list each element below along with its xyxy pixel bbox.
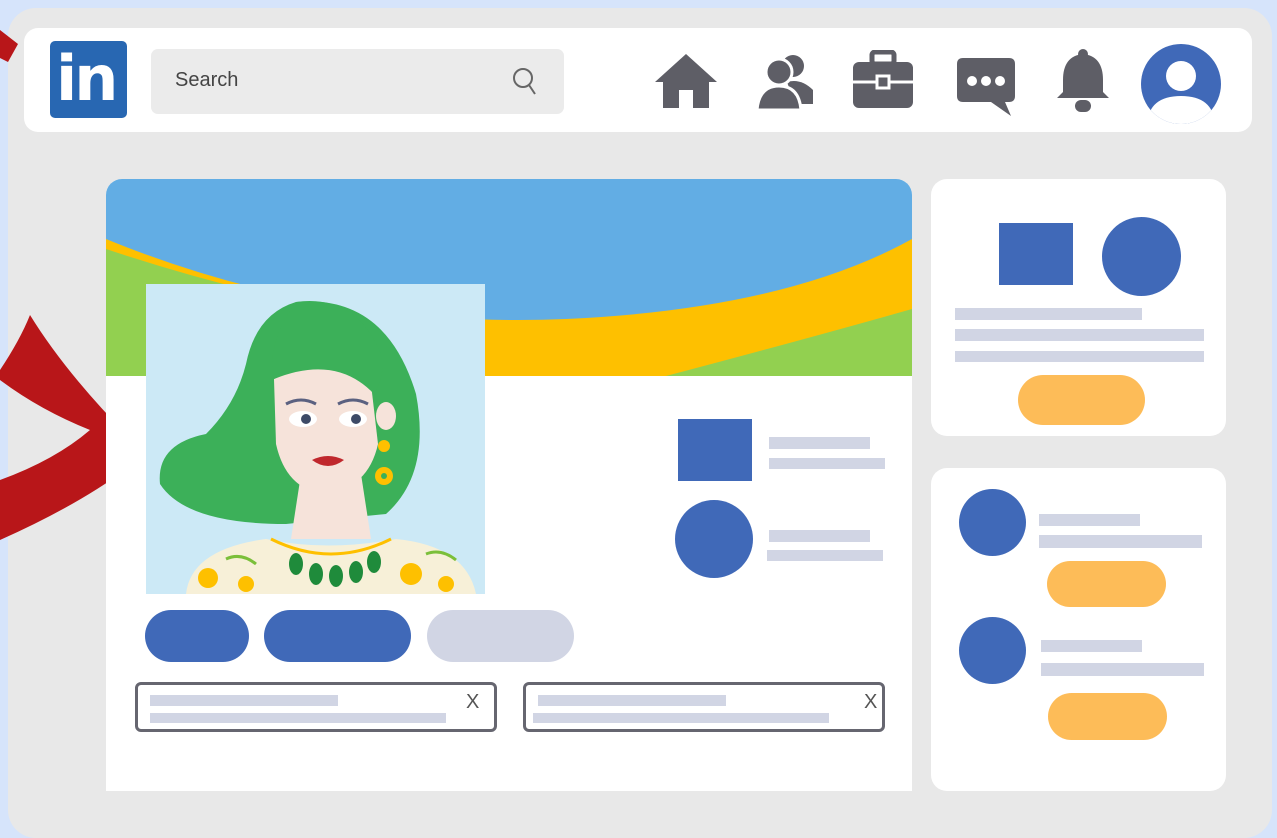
briefcase-icon[interactable] — [852, 50, 914, 110]
notification-box: X — [135, 682, 497, 732]
placeholder-text-line — [150, 713, 446, 723]
search-placeholder: Search — [175, 69, 239, 91]
people-icon[interactable] — [757, 52, 815, 110]
placeholder-text-line — [769, 437, 870, 449]
placeholder-thumbnail — [678, 419, 752, 481]
placeholder-avatar — [1102, 217, 1181, 296]
placeholder-text-line — [955, 329, 1204, 341]
placeholder-text-line — [1041, 663, 1204, 676]
connect-button[interactable] — [1048, 693, 1167, 740]
placeholder-text-line — [769, 458, 885, 469]
placeholder-text-line — [150, 695, 338, 706]
close-button[interactable]: X — [864, 691, 877, 714]
placeholder-thumbnail — [999, 223, 1073, 285]
placeholder-text-line — [538, 695, 726, 706]
logo-text: in — [56, 42, 118, 115]
avatar-icon[interactable] — [1141, 44, 1221, 124]
search-icon[interactable] — [510, 65, 538, 97]
placeholder-text-line — [1039, 535, 1202, 548]
close-button[interactable]: X — [466, 691, 479, 714]
sidebar-action-button[interactable] — [1018, 375, 1145, 425]
connect-button[interactable] — [1047, 561, 1166, 607]
primary-action-button[interactable] — [145, 610, 249, 662]
placeholder-avatar — [675, 500, 753, 578]
placeholder-text-line — [1039, 514, 1140, 526]
more-action-button[interactable] — [427, 610, 574, 662]
linkedin-logo[interactable]: in — [50, 41, 127, 118]
placeholder-text-line — [533, 713, 829, 723]
messaging-icon[interactable] — [955, 56, 1017, 116]
search-input[interactable]: Search — [151, 49, 564, 114]
placeholder-avatar — [959, 617, 1026, 684]
profile-photo[interactable] — [146, 284, 485, 594]
secondary-action-button[interactable] — [264, 610, 411, 662]
placeholder-text-line — [769, 530, 870, 542]
placeholder-text-line — [955, 308, 1142, 320]
placeholder-text-line — [1041, 640, 1142, 652]
notification-box: X — [523, 682, 885, 732]
placeholder-text-line — [767, 550, 883, 561]
bell-icon[interactable] — [1055, 48, 1111, 114]
home-icon[interactable] — [653, 52, 719, 110]
placeholder-avatar — [959, 489, 1026, 556]
placeholder-text-line — [955, 351, 1204, 362]
